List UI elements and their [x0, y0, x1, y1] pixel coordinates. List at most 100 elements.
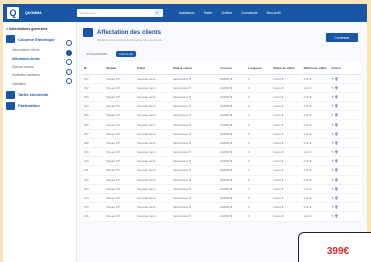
delete-icon[interactable]: 🗑 [335, 150, 339, 154]
current-select[interactable]: FERRO [219, 74, 247, 84]
tab-clients[interactable]: Clients (9) [116, 51, 136, 57]
level-select[interactable]: Niveau 0 [105, 119, 136, 130]
length-input[interactable]: 0 [246, 138, 272, 149]
client-name[interactable]: Nouveau client [135, 211, 172, 222]
nav-item[interactable]: Mon profil [267, 11, 281, 15]
cable-status-select[interactable]: Cuivre [272, 211, 303, 222]
table-row[interactable]: 011 Niveau 0 Nouveau client Sélectionner FER… [83, 165, 361, 176]
client-name[interactable]: Nouveau client [135, 83, 172, 93]
date-select[interactable]: Sélectionner [171, 129, 220, 139]
table-row[interactable]: 009 Niveau 0 Nouveau client Sélectionner FER… [83, 147, 361, 158]
length-input[interactable]: 0 [246, 202, 272, 213]
cable-status-select[interactable]: Cuivre [272, 193, 303, 204]
cable-status-select[interactable]: Cuivre [272, 110, 303, 121]
current-select[interactable]: FERRO [219, 119, 247, 130]
client-name[interactable]: Nouveau client [135, 119, 172, 130]
table-row[interactable]: 002 Niveau 0 Nouveau client Sélectionner FER… [83, 83, 361, 93]
edit-icon[interactable]: ✎ [331, 95, 333, 99]
level-select[interactable]: Niveau 0 [105, 211, 136, 222]
delete-icon[interactable]: 🗑 [335, 205, 339, 209]
nav-item[interactable]: Commande [241, 11, 257, 15]
table-row[interactable]: 001 Niveau 0 Nouveau client Sélectionner FER… [83, 74, 361, 84]
client-name[interactable]: Nouveau client [135, 165, 172, 176]
cable-ref-select[interactable]: Inuit [302, 147, 331, 158]
column-header[interactable]: Niveau [105, 62, 136, 75]
client-name[interactable]: Nouveau client [135, 156, 172, 167]
cable-ref-select[interactable]: Inuit [302, 156, 331, 167]
length-input[interactable]: 0 [246, 119, 272, 130]
cable-status-select[interactable]: Cuivre [272, 165, 303, 176]
length-input[interactable]: 0 [246, 156, 272, 167]
delete-icon[interactable]: 🗑 [335, 77, 339, 81]
level-select[interactable]: Niveau 0 [105, 165, 136, 176]
current-select[interactable]: FERRO [219, 211, 247, 222]
length-input[interactable]: 0 [246, 74, 272, 84]
edit-icon[interactable]: ✎ [331, 123, 333, 127]
delete-icon[interactable]: 🗑 [335, 95, 339, 99]
cable-ref-select[interactable]: Inuit [302, 101, 331, 112]
cable-ref-select[interactable]: Inuit [302, 202, 331, 213]
cable-status-select[interactable]: Cuivre [272, 156, 303, 167]
table-row[interactable]: 015 Niveau 0 Nouveau client Sélectionner FER… [83, 202, 361, 213]
date-select[interactable]: Sélectionner [171, 74, 220, 84]
current-select[interactable]: FERRO [219, 202, 247, 213]
nav-item[interactable]: Tester [203, 11, 212, 15]
edit-icon[interactable]: ✎ [331, 178, 333, 182]
client-name[interactable]: Nouveau client [135, 129, 172, 139]
date-select[interactable]: Sélectionner [171, 156, 220, 167]
cable-ref-select[interactable]: Inuit [302, 110, 331, 121]
step-dot[interactable] [66, 59, 72, 65]
date-select[interactable]: Sélectionner [171, 211, 220, 222]
level-select[interactable]: Niveau 0 [105, 138, 136, 149]
delete-icon[interactable]: 🗑 [335, 86, 339, 90]
cable-status-select[interactable]: Cuivre [272, 119, 303, 130]
step-dot-active[interactable] [66, 49, 72, 56]
nav-item[interactable]: Assistance [179, 11, 194, 15]
table-row[interactable]: 010 Niveau 0 Nouveau client Sélectionner FER… [83, 156, 361, 167]
table-row[interactable]: 005 Niveau 0 Nouveau client Sélectionner FER… [83, 110, 361, 121]
length-input[interactable]: 0 [246, 147, 272, 158]
table-row[interactable]: 013 Niveau 0 Nouveau client Sélectionner FER… [83, 184, 361, 194]
client-name[interactable]: Nouveau client [135, 184, 172, 194]
date-select[interactable]: Sélectionner [171, 110, 220, 121]
column-header[interactable]: Longueur [246, 62, 272, 75]
length-input[interactable]: 0 [246, 110, 272, 121]
client-name[interactable]: Nouveau client [135, 101, 172, 112]
length-input[interactable]: 0 [246, 129, 272, 139]
current-select[interactable]: FERRO [219, 184, 247, 194]
cable-ref-select[interactable]: Inuit [302, 138, 331, 149]
edit-icon[interactable]: ✎ [331, 205, 333, 209]
column-header[interactable]: Référence câble [302, 62, 331, 75]
cable-ref-select[interactable]: Inuit [302, 83, 331, 93]
step-dot[interactable] [66, 78, 72, 84]
delete-icon[interactable]: 🗑 [335, 214, 339, 218]
current-select[interactable]: FERRO [219, 175, 247, 185]
edit-icon[interactable]: ✎ [331, 141, 333, 145]
column-header[interactable]: Courant [219, 62, 247, 75]
client-name[interactable]: Nouveau client [135, 193, 172, 204]
edit-icon[interactable]: ✎ [331, 77, 333, 81]
cable-ref-select[interactable]: Inuit [302, 119, 331, 130]
table-row[interactable]: 016 Niveau 0 Nouveau client Sélectionner FER… [83, 211, 361, 222]
current-select[interactable]: FERRO [219, 165, 247, 176]
sidebar-item[interactable]: Informations clients [6, 46, 73, 54]
length-input[interactable]: 0 [246, 83, 272, 93]
cable-status-select[interactable]: Cuivre [272, 101, 303, 112]
search-icon[interactable]: ⌕ [154, 10, 160, 16]
sidebar-item[interactable]: Ventilation tarifaires [6, 71, 73, 79]
length-input[interactable]: 0 [246, 184, 272, 194]
delete-icon[interactable]: 🗑 [335, 104, 339, 108]
cable-status-select[interactable]: Cuivre [272, 74, 303, 84]
date-select[interactable]: Sélectionner [171, 175, 220, 185]
cable-ref-select[interactable]: Inuit [302, 92, 331, 103]
level-select[interactable]: Niveau 0 [105, 129, 136, 139]
current-select[interactable]: FERRO [219, 193, 247, 204]
delete-icon[interactable]: 🗑 [335, 196, 339, 200]
date-select[interactable]: Sélectionner [171, 119, 220, 130]
column-header[interactable]: Client [135, 62, 172, 75]
step-dot[interactable] [66, 40, 72, 46]
client-name[interactable]: Nouveau client [135, 147, 172, 158]
date-select[interactable]: Sélectionner [171, 92, 220, 103]
column-header[interactable]: Action [330, 62, 361, 75]
date-select[interactable]: Sélectionner [171, 202, 220, 213]
